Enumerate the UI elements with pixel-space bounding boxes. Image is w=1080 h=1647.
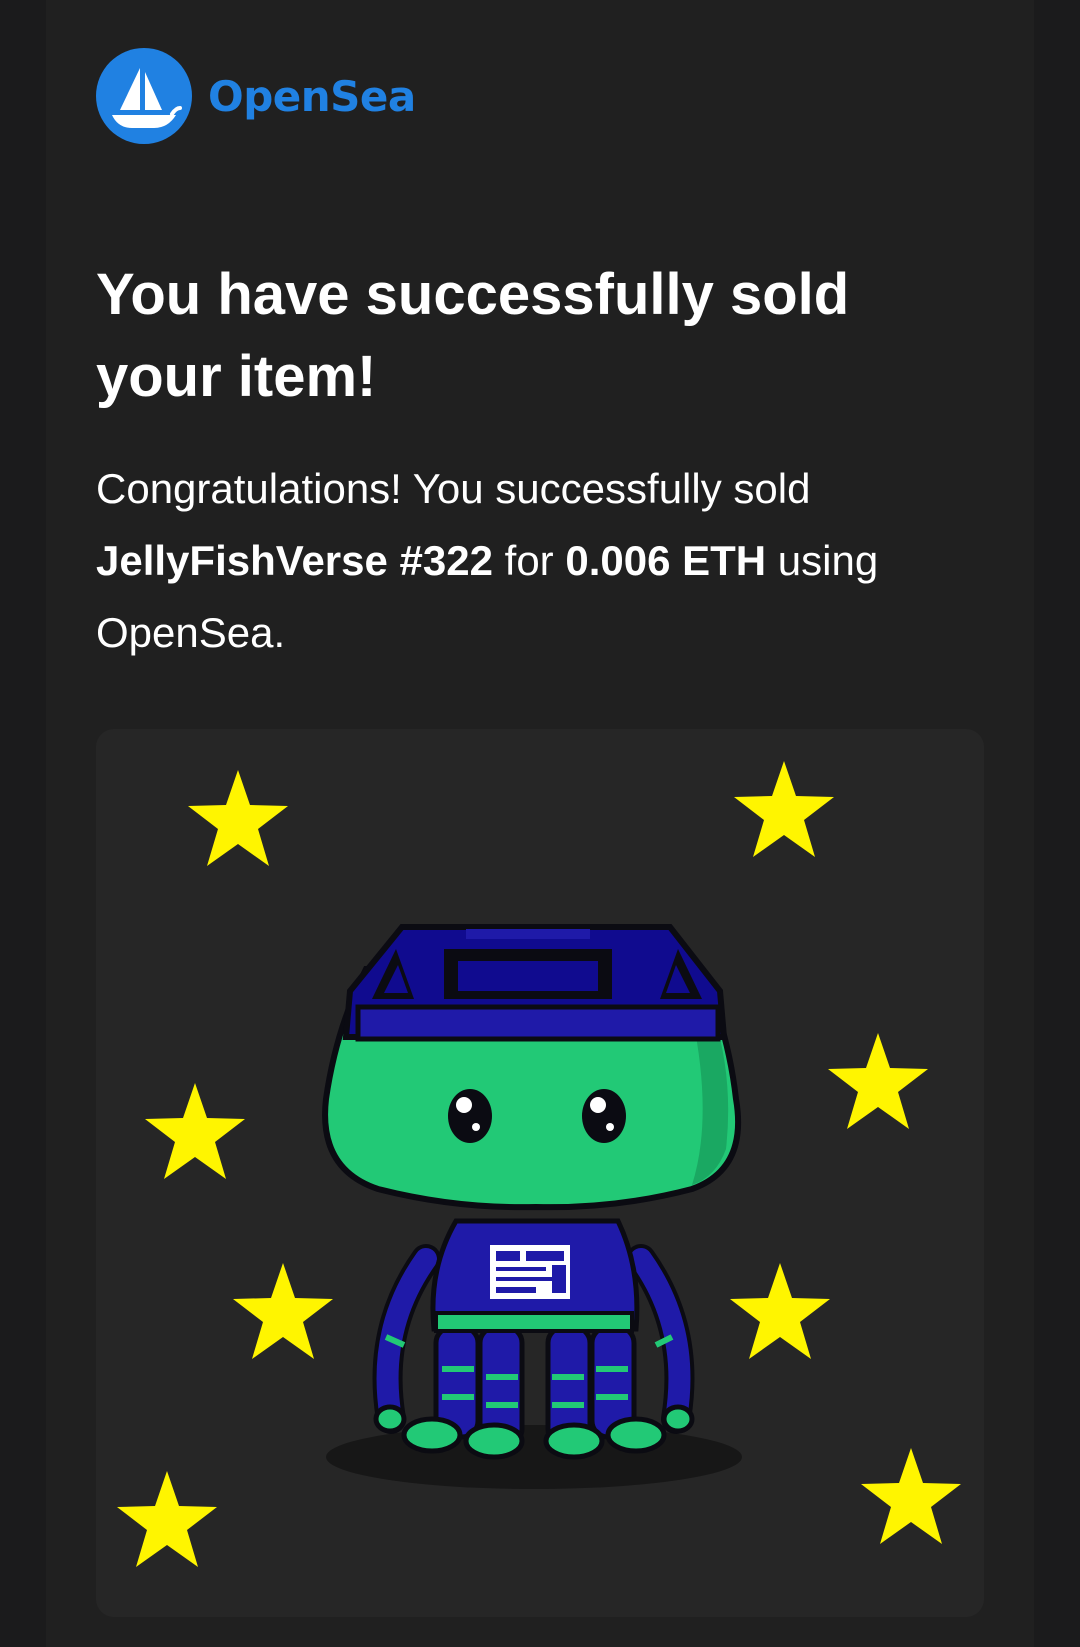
- star-icon: [188, 770, 288, 866]
- email-body: OpenSea You have successfully sold your …: [46, 0, 1034, 1647]
- opensea-wordmark: OpenSea: [208, 71, 416, 121]
- message-connector: for: [504, 537, 554, 584]
- jellyfish-illustration: [117, 761, 961, 1567]
- item-name[interactable]: JellyFishVerse #322: [96, 537, 493, 584]
- hat: [342, 924, 728, 1042]
- star-icon: [117, 1471, 217, 1567]
- message-intro: Congratulations! You successfully sold: [96, 465, 811, 512]
- star-icon: [734, 761, 834, 857]
- star-icon: [861, 1448, 961, 1544]
- star-icon: [730, 1263, 830, 1359]
- nft-image[interactable]: [96, 729, 984, 1617]
- success-headline: You have successfully sold your item!: [96, 262, 850, 409]
- shirt-print: [490, 1245, 570, 1299]
- star-icon: [145, 1083, 245, 1179]
- opensea-ship-icon: [96, 48, 192, 144]
- sale-price: 0.006 ETH: [565, 537, 767, 584]
- waistband: [434, 1311, 634, 1333]
- sale-message: Congratulations! You successfully sold J…: [96, 453, 976, 669]
- opensea-logo[interactable]: OpenSea: [96, 48, 416, 144]
- star-icon: [233, 1263, 333, 1359]
- ground-shadow: [326, 1425, 742, 1489]
- star-icon: [828, 1033, 928, 1129]
